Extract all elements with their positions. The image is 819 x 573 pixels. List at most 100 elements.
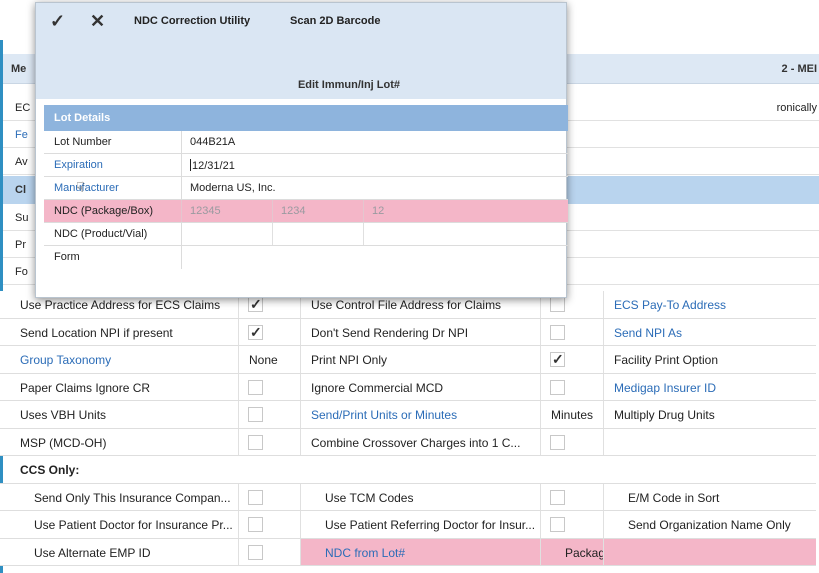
expiration-input[interactable]: 12/31/21 (190, 159, 235, 172)
checkbox[interactable] (550, 379, 565, 395)
grid-c5-cell: Facility Print Option (604, 346, 816, 373)
grid-c1-cell: MSP (MCD-OH) (10, 428, 239, 455)
checkbox[interactable] (550, 434, 565, 450)
grid-c2-text: None (249, 353, 278, 367)
checkbox-checked[interactable] (550, 351, 565, 368)
expiration-row: Expiration 12/31/21 (44, 154, 568, 177)
grid-c2-cell (239, 373, 301, 400)
ndc-package-segment-3[interactable]: 12 (364, 200, 568, 222)
scan-2d-barcode-button[interactable]: Scan 2D Barcode (290, 15, 380, 27)
checkbox[interactable] (248, 434, 263, 450)
background-label-fo: Fo (15, 266, 28, 278)
grid-c1-text: Uses VBH Units (20, 408, 107, 422)
ndc-product-segment-2[interactable] (273, 223, 364, 245)
checkbox[interactable] (248, 379, 263, 395)
grid-row: Paper Claims Ignore CR Ignore Commercial … (0, 373, 816, 401)
close-icon[interactable]: ✕ (90, 11, 105, 32)
expiration-label-cell: Expiration (44, 154, 182, 176)
grid-c3-text: Don't Send Rendering Dr NPI (311, 325, 469, 340)
grid-c2-cell: None (239, 346, 301, 373)
grid-c3-cell: Don't Send Rendering Dr NPI (301, 318, 541, 345)
checkbox[interactable] (248, 489, 263, 505)
checkbox[interactable] (248, 517, 263, 532)
lot-number-label-cell: Lot Number (44, 131, 182, 153)
grid-c4-cell (541, 483, 604, 510)
check-icon[interactable]: ✓ (50, 11, 65, 32)
grid-c2-cell (239, 538, 301, 565)
manufacturer-label-cell: Manufacturer (44, 177, 182, 199)
checkbox[interactable] (550, 517, 565, 532)
lot-number-row: Lot Number 044B21A (44, 131, 568, 154)
grid-c2-cell (239, 318, 301, 345)
grid-c1-text: Send Only This Insurance Compan... (34, 490, 231, 505)
grid-c4-cell (541, 346, 604, 373)
grid-c3-text: Ignore Commercial MCD (311, 380, 444, 395)
manufacturer-row: Manufacturer Moderna US, Inc. ☟ (44, 177, 568, 200)
expiration-label[interactable]: Expiration (54, 159, 103, 171)
ndc-product-label: NDC (Product/Vial) (54, 228, 148, 240)
grid-c4-cell (541, 428, 604, 455)
grid-c3-text[interactable]: NDC from Lot# (325, 546, 405, 560)
background-label-ronically: ronically (776, 102, 817, 114)
grid-c3-cell: Print NPI Only (301, 346, 541, 373)
grid-c1-cell: Use Alternate EMP ID (10, 538, 239, 565)
dialog-title: Edit Immun/Inj Lot# (297, 79, 400, 91)
checkbox-checked[interactable] (248, 324, 263, 341)
lot-number-value[interactable]: 044B21A (190, 136, 235, 148)
grid-c2-cell (239, 483, 301, 510)
grid-c5-text[interactable]: Send NPI As (614, 326, 682, 340)
grid-row: Use Alternate EMP ID NDC from Lot# Package (0, 538, 816, 566)
form-row: Form (44, 246, 568, 269)
ndc-product-segment-1[interactable] (182, 223, 273, 245)
checkbox[interactable] (550, 489, 565, 505)
ndc-package-row: NDC (Package/Box) 12345 1234 12 (44, 200, 568, 223)
grid-c3-text: Use Patient Referring Doctor for Insur..… (325, 518, 536, 532)
grid-c2-cell (239, 428, 301, 455)
grid-c1-text[interactable]: Group Taxonomy (20, 353, 111, 367)
form-label: Form (54, 251, 80, 263)
grid-c3-cell: NDC from Lot# (301, 538, 541, 565)
background-title-left: Me (11, 63, 27, 75)
grid-c5-cell (604, 538, 816, 565)
grid-c5-text[interactable]: Medigap Insurer ID (614, 381, 716, 395)
grid-c5-cell: ECS Pay-To Address (604, 291, 816, 318)
ndc-correction-utility-button[interactable]: NDC Correction Utility (134, 15, 250, 27)
grid-c1-text: Use Practice Address for ECS Claims (20, 298, 221, 312)
grid-c3-text: Combine Crossover Charges into 1 C... (311, 435, 521, 450)
grid-c5-cell: Send Organization Name Only (604, 511, 816, 538)
grid-c5-cell: Multiply Drug Units (604, 401, 816, 428)
grid-row: Group Taxonomy None Print NPI Only Facility… (0, 346, 816, 374)
background-label-su: Su (15, 212, 29, 224)
lot-details-header: Lot Details (44, 105, 568, 131)
grid-c3-text[interactable]: Send/Print Units or Minutes (311, 408, 457, 422)
checkbox[interactable] (550, 324, 565, 340)
checkbox[interactable] (248, 407, 263, 422)
grid-c3-cell: Use TCM Codes (301, 483, 541, 510)
ndc-package-segment-1[interactable]: 12345 (182, 200, 273, 222)
grid-c4-text: Minutes (551, 408, 594, 422)
expiration-value: 12/31/21 (192, 160, 235, 172)
background-title-right: 2 - MEI (781, 63, 817, 75)
grid-c3-cell: Ignore Commercial MCD (301, 373, 541, 400)
grid-c1-text: MSP (MCD-OH) (20, 435, 107, 450)
manufacturer-value[interactable]: Moderna US, Inc. (190, 182, 276, 194)
grid-row: Use Patient Doctor for Insurance Pr... Us… (0, 511, 816, 539)
ndc-segment-3-value: 12 (372, 205, 385, 217)
checkbox[interactable] (550, 297, 565, 312)
background-label-fe[interactable]: Fe (15, 129, 28, 141)
ndc-package-label: NDC (Package/Box) (54, 205, 154, 217)
grid-c4-cell (541, 373, 604, 400)
checkbox-checked[interactable] (248, 296, 263, 313)
manufacturer-label[interactable]: Manufacturer (54, 182, 119, 194)
grid-c2-cell (239, 511, 301, 538)
ccs-only-header: CCS Only: (0, 456, 816, 484)
grid-c1-text: Send Location NPI if present (20, 325, 173, 340)
grid-c1-cell: Send Only This Insurance Compan... (10, 483, 239, 510)
grid-c4-cell: Package (541, 538, 604, 565)
checkbox[interactable] (248, 544, 263, 560)
grid-row: Send Location NPI if present Don't Send R… (0, 318, 816, 346)
grid-c5-text[interactable]: ECS Pay-To Address (614, 298, 726, 312)
ndc-segment-2-value: 1234 (281, 205, 306, 217)
grid-c5-cell: Send NPI As (604, 319, 816, 346)
ndc-package-segment-2[interactable]: 1234 (273, 200, 364, 222)
